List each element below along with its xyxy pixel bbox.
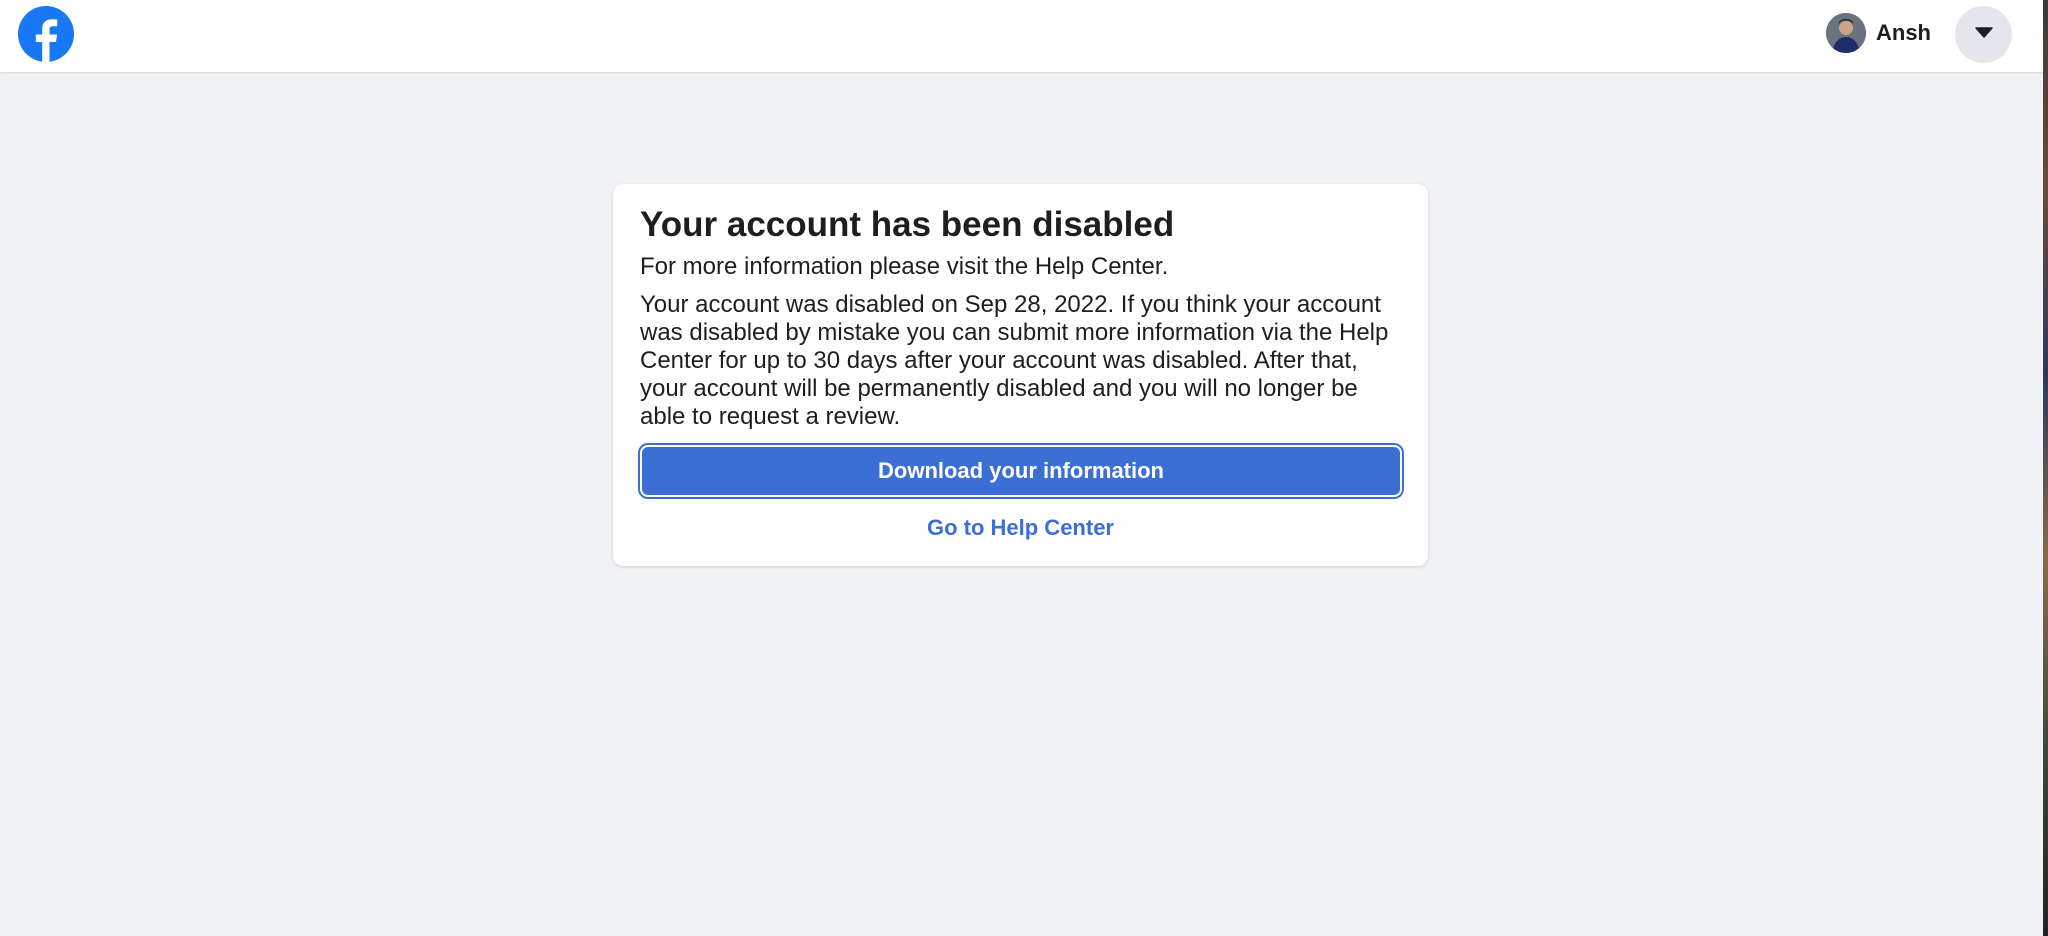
go-to-help-center-link[interactable]: Go to Help Center — [640, 515, 1401, 541]
avatar — [1826, 13, 1866, 53]
help-center-notice: For more information please visit the He… — [640, 253, 1169, 280]
top-navigation-bar: Ansh — [0, 0, 2048, 72]
account-menu-button[interactable] — [1955, 6, 2012, 63]
page-title: Your account has been disabled — [640, 205, 1175, 244]
download-information-button[interactable]: Download your information — [638, 443, 1404, 499]
account-disabled-card: Your account has been disabled For more … — [613, 184, 1428, 566]
facebook-logo-icon[interactable] — [18, 6, 74, 62]
user-name: Ansh — [1876, 20, 1931, 45]
disabled-explanation: Your account was disabled on Sep 28, 202… — [640, 291, 1389, 430]
window-edge — [2043, 0, 2048, 936]
profile-button[interactable]: Ansh — [1826, 12, 1931, 54]
caret-down-icon — [1974, 25, 1994, 44]
